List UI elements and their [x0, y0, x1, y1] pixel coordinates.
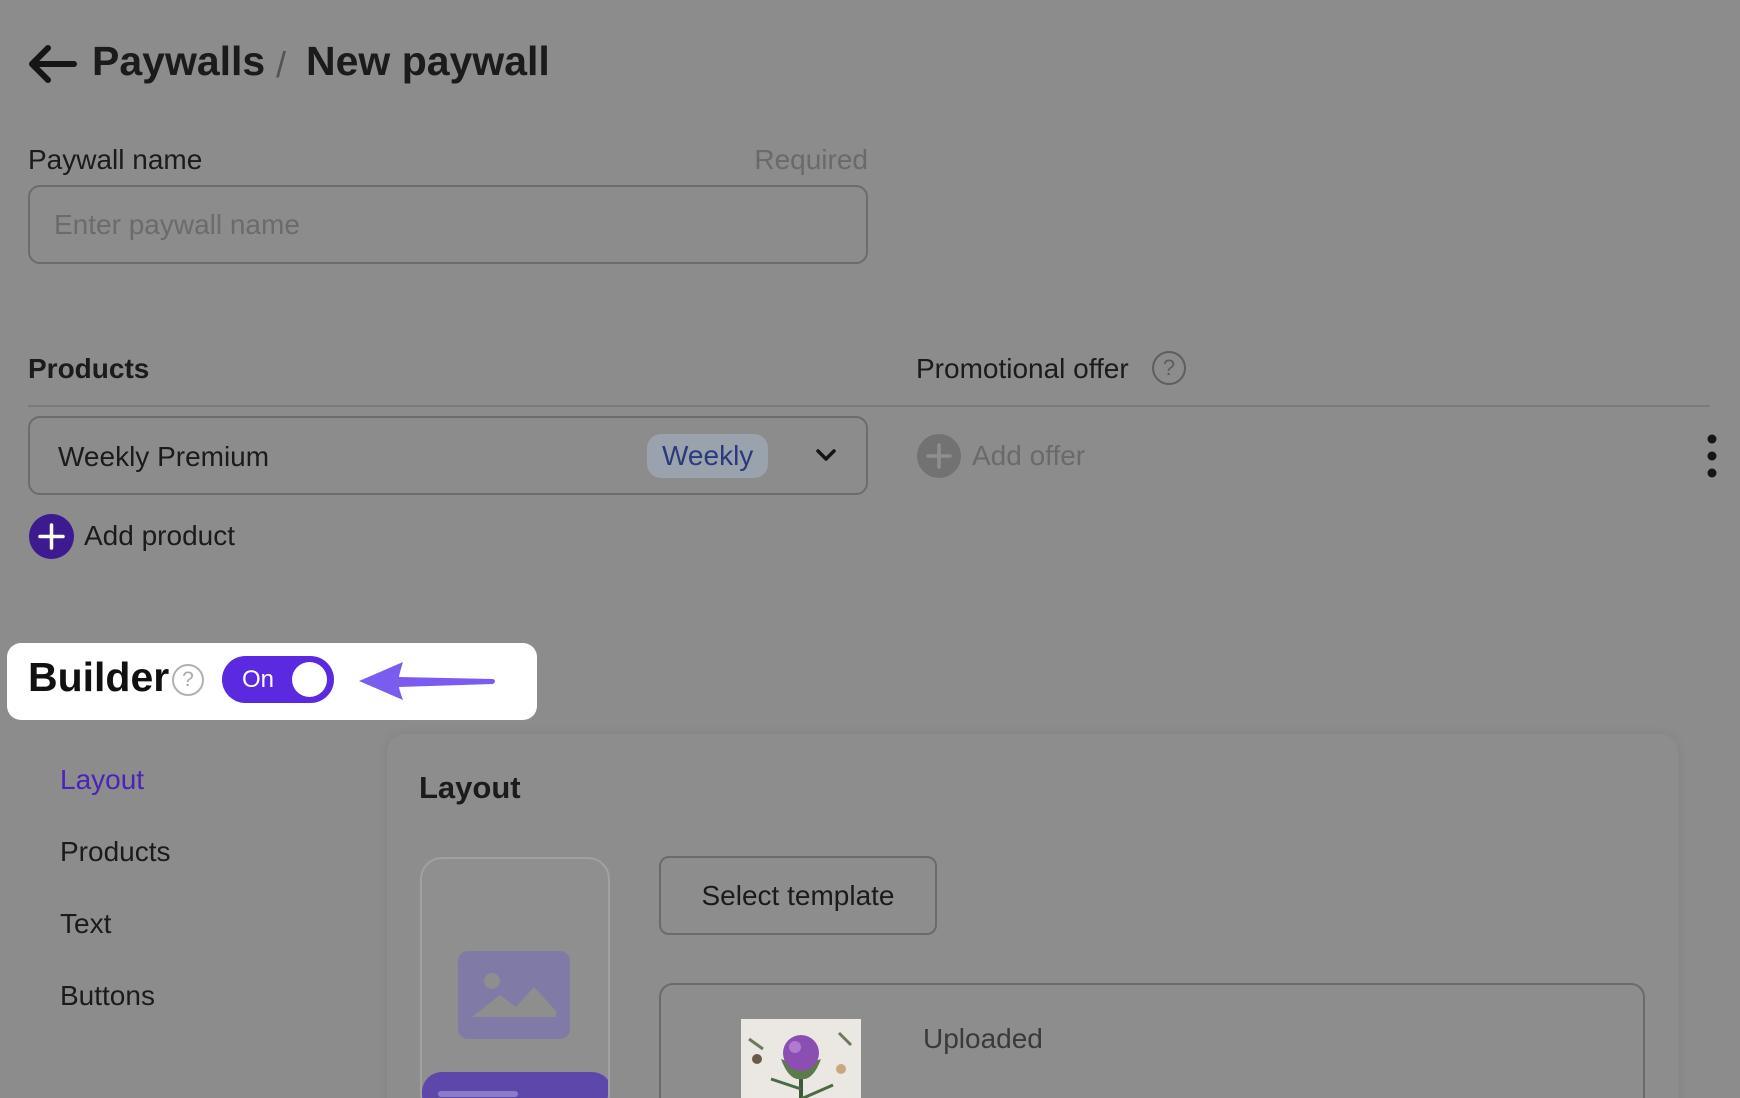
plus-circle-icon[interactable] — [29, 514, 74, 559]
add-offer-button[interactable]: Add offer — [972, 440, 1085, 472]
page-title: New paywall — [306, 38, 550, 84]
paywall-name-label: Paywall name — [28, 144, 203, 175]
divider — [28, 405, 1710, 407]
layout-preview — [420, 857, 610, 1098]
layout-heading: Layout — [419, 770, 521, 805]
chevron-down-icon[interactable] — [814, 446, 838, 464]
preview-bar-line — [438, 1091, 518, 1097]
paywall-name-input[interactable] — [28, 185, 868, 264]
help-icon[interactable]: ? — [1152, 351, 1186, 385]
builder-nav-buttons[interactable]: Buttons — [60, 980, 155, 1012]
required-hint: Required — [754, 144, 868, 175]
toggle-label: On — [242, 666, 275, 693]
product-name: Weekly Premium — [58, 441, 270, 472]
uploaded-thumbnail[interactable] — [741, 1019, 861, 1098]
toggle-knob — [292, 662, 327, 697]
builder-title: Builder — [28, 654, 170, 700]
builder-toggle[interactable]: On — [222, 656, 334, 703]
pointer-arrow-icon — [359, 662, 495, 700]
period-badge: Weekly — [647, 434, 769, 478]
builder-nav-text[interactable]: Text — [60, 908, 111, 940]
add-product-button[interactable]: Add product — [84, 520, 235, 552]
image-placeholder-icon — [458, 951, 570, 1039]
breadcrumb-separator: / — [276, 44, 287, 85]
help-icon[interactable]: ? — [172, 664, 204, 696]
builder-nav-layout[interactable]: Layout — [60, 764, 144, 796]
back-arrow-icon[interactable] — [26, 42, 78, 86]
product-select[interactable]: Weekly Premium Weekly — [28, 416, 868, 495]
plus-circle-icon[interactable] — [917, 434, 961, 478]
promotional-offer-heading: Promotional offer — [916, 353, 1129, 384]
breadcrumb-paywalls[interactable]: Paywalls — [92, 38, 265, 85]
preview-button-bar — [422, 1072, 608, 1098]
builder-nav-products[interactable]: Products — [60, 836, 171, 868]
more-vertical-icon[interactable] — [1706, 434, 1718, 478]
products-heading: Products — [28, 353, 150, 384]
uploaded-label: Uploaded — [923, 1023, 1043, 1054]
uploaded-image-card: Uploaded — [659, 983, 1645, 1098]
select-template-button[interactable]: Select template — [659, 856, 937, 935]
